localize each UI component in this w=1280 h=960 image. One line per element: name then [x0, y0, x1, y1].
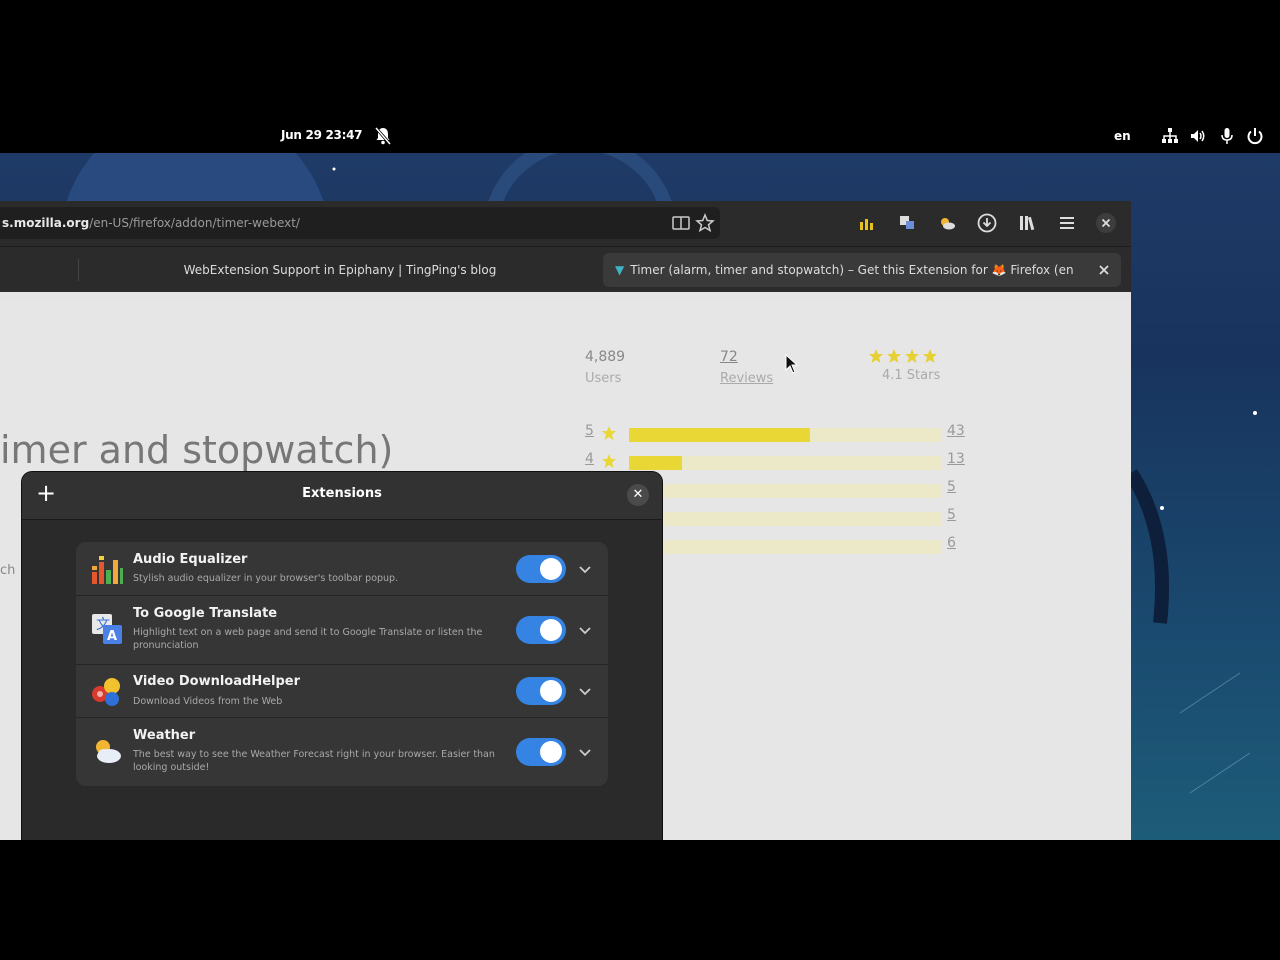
extension-row-google-translate: 文 A To Google Translate Highlight text o… [76, 596, 608, 665]
weather-extension-icon[interactable] [936, 212, 958, 234]
rating-count[interactable]: 6 [947, 535, 956, 551]
stars-label: 4.1 Stars [882, 368, 941, 383]
rating-stars-icon [869, 349, 937, 363]
extensions-dialog-header: + Extensions ✕ [22, 472, 662, 520]
star-icon [602, 426, 616, 440]
rating-count[interactable]: 43 [947, 423, 965, 439]
network-wired-icon[interactable] [1161, 127, 1179, 145]
microphone-icon[interactable] [1218, 127, 1236, 145]
screen: Jun 29 23:47 en s.mozilla.org/en-US/fire… [0, 0, 1280, 960]
rating-count[interactable]: 5 [947, 507, 956, 523]
letterbox-bottom [0, 840, 1280, 960]
weather-icon [96, 740, 121, 763]
extensions-dialog-title: Extensions [302, 486, 382, 501]
extensions-list: Audio Equalizer Stylish audio equalizer … [76, 542, 608, 786]
tab-close-icon[interactable] [1097, 263, 1111, 277]
extension-name: Audio Equalizer [133, 552, 248, 567]
tab-divider [78, 259, 79, 281]
tab-blog[interactable]: WebExtension Support in Epiphany | TingP… [80, 253, 600, 287]
translate-icon: 文 A [92, 614, 122, 644]
url-path: /en-US/firefox/addon/timer-webext/ [89, 216, 300, 230]
window-close-icon[interactable] [1095, 212, 1117, 234]
rating-bar-track [629, 484, 941, 498]
extension-row-weather: Weather The best way to see the Weather … [76, 718, 608, 786]
extension-name: Weather [133, 728, 196, 743]
toggle-knob [540, 680, 562, 702]
rating-bar-track [629, 512, 941, 526]
keyboard-layout-indicator[interactable]: en [1114, 129, 1131, 143]
star-icon [602, 454, 616, 468]
chevron-down-icon[interactable] [576, 621, 594, 639]
notifications-muted-icon[interactable] [374, 126, 392, 146]
extension-name: To Google Translate [133, 606, 278, 621]
rating-bar-track [629, 540, 941, 554]
users-count: 4,889 [585, 349, 626, 365]
extension-toggle[interactable] [516, 738, 566, 766]
extension-toggle[interactable] [516, 555, 566, 583]
reviews-label[interactable]: Reviews [720, 371, 773, 386]
address-bar[interactable]: s.mozilla.org/en-US/firefox/addon/timer-… [0, 207, 720, 239]
extension-description: Highlight text on a web page and send it… [133, 627, 483, 651]
tab-bar: WebExtension Support in Epiphany | TingP… [0, 246, 1131, 292]
power-icon[interactable] [1246, 127, 1264, 145]
reader-mode-icon[interactable] [670, 212, 692, 234]
reviews-count[interactable]: 72 [720, 349, 738, 365]
rating-stars-number[interactable]: 4 [585, 451, 594, 467]
video-downloadhelper-icon [92, 678, 120, 706]
rating-bar-track [629, 456, 941, 470]
users-label: Users [585, 371, 622, 386]
timer-favicon-icon: ▼ [615, 263, 625, 277]
tab-title: Timer (alarm, timer and stopwatch) – Get… [630, 263, 1074, 277]
extension-name: Video DownloadHelper [133, 674, 301, 689]
rating-bar-fill [629, 456, 682, 470]
browser-headerbar: s.mozilla.org/en-US/firefox/addon/timer-… [0, 201, 1131, 246]
chevron-down-icon[interactable] [576, 743, 594, 761]
close-dialog-button[interactable]: ✕ [627, 484, 649, 506]
extension-description: Download Videos from the Web [133, 696, 283, 707]
clock[interactable]: Jun 29 23:47 [281, 128, 363, 142]
translate-extension-icon[interactable] [896, 212, 918, 234]
rating-row: 5 43 [585, 423, 985, 443]
rating-count[interactable]: 5 [947, 479, 956, 495]
extension-toggle[interactable] [516, 616, 566, 644]
main-menu-icon[interactable] [1056, 212, 1078, 234]
extension-description: Stylish audio equalizer in your browser'… [133, 573, 399, 584]
top-bar: Jun 29 23:47 en [0, 120, 1280, 153]
chevron-down-icon[interactable] [576, 560, 594, 578]
extension-row-video-downloadhelper: Video DownloadHelper Download Videos fro… [76, 665, 608, 718]
toggle-knob [540, 741, 562, 763]
equalizer-extension-icon[interactable] [856, 212, 878, 234]
url-host: s.mozilla.org [2, 216, 90, 230]
rating-bar-fill [629, 428, 810, 442]
equalizer-icon [92, 556, 123, 584]
extension-description: The best way to see the Weather Forecast… [133, 749, 495, 773]
library-icon[interactable] [1016, 212, 1038, 234]
extension-row-audio-equalizer: Audio Equalizer Stylish audio equalizer … [76, 542, 608, 596]
rating-bar-track [629, 428, 941, 442]
bookmark-star-icon[interactable] [694, 212, 716, 234]
chevron-down-icon[interactable] [576, 682, 594, 700]
toggle-knob [540, 558, 562, 580]
tab-title: WebExtension Support in Epiphany | TingP… [183, 263, 497, 277]
rating-stars-number[interactable]: 5 [585, 423, 594, 439]
mouse-pointer-icon [785, 354, 799, 374]
addon-title: imer and stopwatch) [0, 428, 394, 472]
rating-count[interactable]: 13 [947, 451, 965, 467]
page-text-snippet: ch [0, 563, 16, 578]
extension-toggle[interactable] [516, 677, 566, 705]
toggle-knob [540, 619, 562, 641]
downloads-icon[interactable] [976, 212, 998, 234]
svg-text:A: A [107, 629, 117, 644]
tab-timer-extension[interactable]: ▼ Timer (alarm, timer and stopwatch) – Ge… [603, 253, 1121, 287]
volume-icon[interactable] [1189, 127, 1207, 145]
rating-row: 4 13 [585, 451, 985, 471]
extensions-dialog: + Extensions ✕ Audio Equalizer Stylish a… [22, 472, 662, 840]
